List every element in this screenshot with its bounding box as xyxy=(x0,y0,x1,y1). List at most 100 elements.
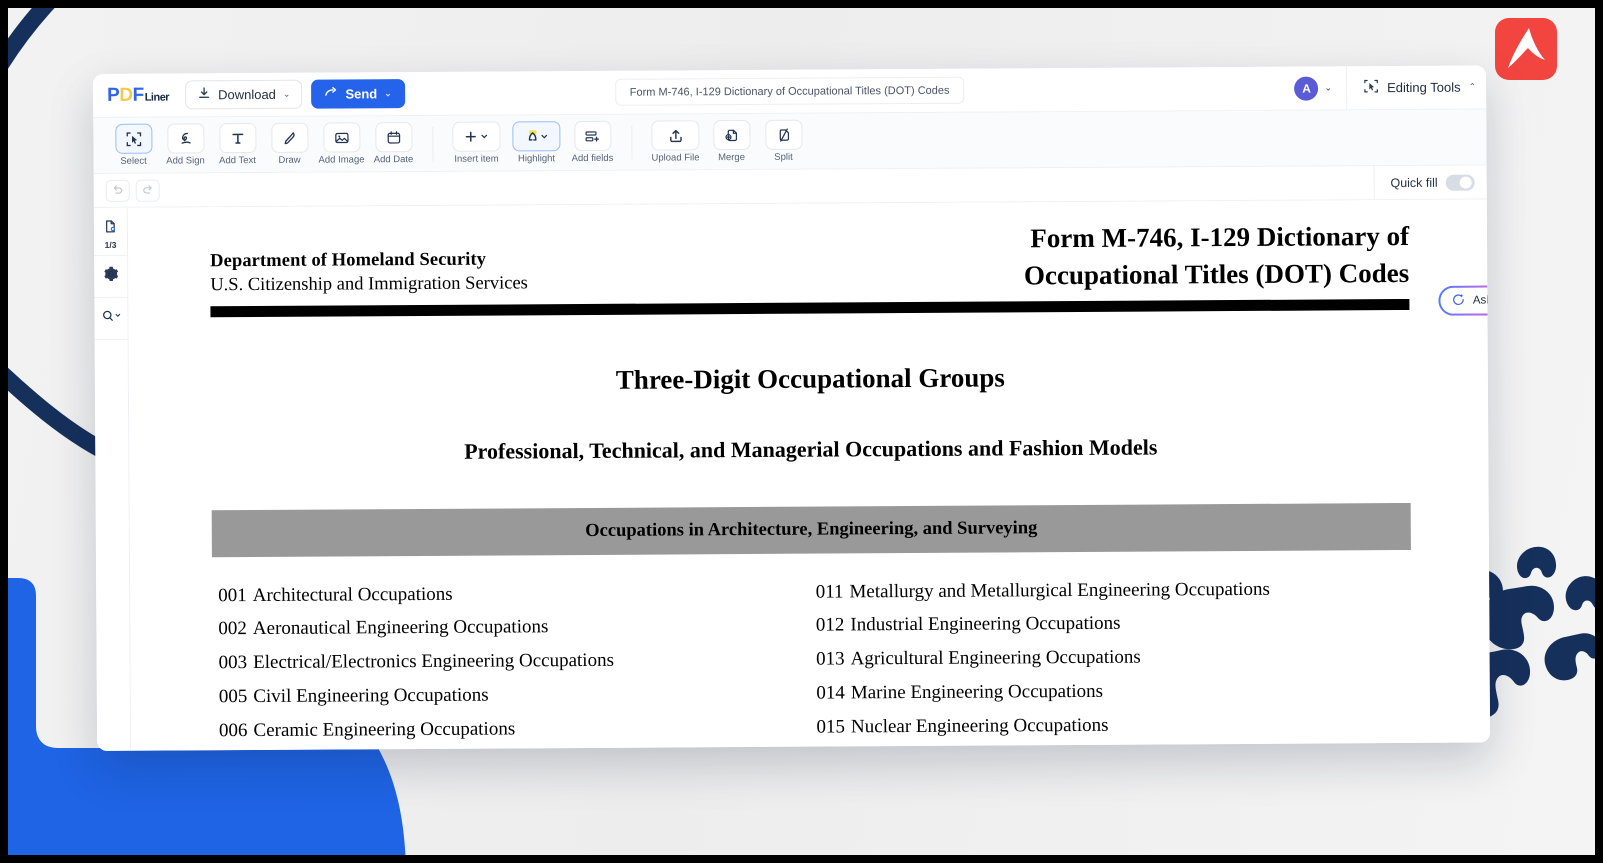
pdfliner-logo[interactable]: P D F Liner xyxy=(107,84,169,106)
occupation-code: 006 xyxy=(218,719,248,741)
work-area: 1/3 Ask Department of Homeland Security … xyxy=(93,199,1491,751)
tool-add-sign[interactable]: Add Sign xyxy=(159,123,211,167)
tool-label: Add Date xyxy=(373,154,414,166)
calendar-icon xyxy=(374,122,412,153)
occupation-title: Nuclear Engineering Occupations xyxy=(850,714,1109,738)
account-menu[interactable]: A ⌄ xyxy=(1294,76,1346,101)
occupation-code: 014 xyxy=(816,682,845,704)
occupation-title: Metallurgy and Metallurgical Engineering… xyxy=(849,578,1270,602)
occupation-title: Aeronautical Engineering Occupations xyxy=(252,616,549,640)
document-heading-1: Three-Digit Occupational Groups xyxy=(615,361,1005,395)
ribbon-divider xyxy=(432,126,434,161)
editing-tools-toggle[interactable]: Editing Tools ⌃ xyxy=(1345,65,1477,110)
page-indicator: 1/3 xyxy=(104,239,117,250)
occupation-row: 005 Civil Engineering Occupations xyxy=(219,677,813,714)
document-title-input[interactable]: Form M-746, I-129 Dictionary of Occupati… xyxy=(614,76,965,106)
logo-letter-p: P xyxy=(107,84,120,106)
tool-add-text[interactable]: Add Text xyxy=(211,123,263,166)
download-icon xyxy=(197,86,211,103)
form-title: Form M-746, I-129 Dictionary of Occupati… xyxy=(1023,220,1410,291)
tool-label: Add fields xyxy=(571,152,614,165)
occupation-title: Civil Engineering Occupations xyxy=(253,684,489,707)
occupation-code: 015 xyxy=(816,716,846,738)
pdf-viewer[interactable]: Ask AI Department of Homeland Security U… xyxy=(127,199,1491,751)
quick-fill-label: Quick fill xyxy=(1390,175,1438,190)
tool-label: Add Sign xyxy=(166,155,205,167)
undo-button[interactable] xyxy=(105,179,130,202)
occupation-row: 011 Metallurgy and Metallurgical Engineer… xyxy=(816,571,1412,608)
tool-draw[interactable]: Draw xyxy=(263,122,315,166)
send-icon xyxy=(324,86,338,103)
send-button[interactable]: Send ⌄ xyxy=(311,79,405,109)
tool-label: Insert item xyxy=(454,153,499,165)
upload-icon xyxy=(651,120,700,151)
tool-upload-file[interactable]: Upload File xyxy=(645,120,705,164)
ribbon-divider xyxy=(631,125,633,160)
occupation-code: 001 xyxy=(218,584,247,606)
pen-draw-icon xyxy=(270,122,308,153)
tool-insert-item[interactable]: Insert item xyxy=(446,121,506,165)
occupation-code: 017 xyxy=(817,750,846,751)
logo-suffix: Liner xyxy=(144,91,170,104)
tool-merge[interactable]: Merge xyxy=(705,119,757,163)
image-icon xyxy=(322,122,360,153)
chevron-down-icon: ⌄ xyxy=(282,88,291,99)
redo-button[interactable] xyxy=(135,179,160,202)
occupations-right-column: 011 Metallurgy and Metallurgical Engineer… xyxy=(812,571,1413,750)
tool-label: Split xyxy=(774,151,793,163)
tool-highlight[interactable]: Highlight xyxy=(506,121,566,164)
agency-line-2: U.S. Citizenship and Immigration Service… xyxy=(210,273,528,296)
quick-fill-toggle[interactable] xyxy=(1445,174,1475,191)
tool-label: Add Image xyxy=(318,154,365,166)
chevron-up-icon: ⌃ xyxy=(1468,81,1477,92)
tool-label: Upload File xyxy=(651,152,700,164)
split-doc-icon xyxy=(764,119,802,150)
send-label: Send xyxy=(345,86,378,102)
merge-docs-icon xyxy=(712,119,750,151)
occupation-row: 001 Architectural Occupations xyxy=(218,575,812,612)
occupations-left-column: 001 Architectural Occupations 002 Aeronauti… xyxy=(212,575,813,751)
tool-label: Draw xyxy=(278,154,301,166)
topbar-right-group: A ⌄ Editing Tools ⌃ xyxy=(1294,65,1477,110)
occupation-code: 005 xyxy=(218,686,248,708)
sidebar-item-pages[interactable]: 1/3 xyxy=(93,213,128,256)
occupation-title: Industrial Engineering Occupations xyxy=(850,613,1121,636)
text-t-icon xyxy=(218,123,256,154)
tool-add-date[interactable]: Add Date xyxy=(367,122,419,165)
tool-add-fields[interactable]: Add fields xyxy=(566,120,618,165)
tool-ribbon: Select Add Sign Add Text Draw Add Image … xyxy=(93,109,1487,174)
tool-label: Highlight xyxy=(518,153,556,165)
ask-ai-label: Ask AI xyxy=(1472,294,1491,307)
chevron-down-icon: ⌄ xyxy=(1324,82,1333,93)
agency-line-1: Department of Homeland Security xyxy=(210,249,487,272)
viewer-sidebar: 1/3 xyxy=(93,207,132,751)
download-label: Download xyxy=(218,86,276,103)
pdfliner-app-window: P D F Liner Download ⌄ Send ⌄ Form M-746… xyxy=(93,65,1491,751)
occupation-title: Drafters xyxy=(851,750,913,751)
header-rule xyxy=(210,298,1410,317)
occupation-title: Electrical/Electronics Engineering Occup… xyxy=(253,649,615,674)
occupation-title: Architectural Occupations xyxy=(252,583,453,606)
occupation-row: 002 Aeronautical Engineering Occupations xyxy=(218,609,812,646)
quick-fill-control[interactable]: Quick fill xyxy=(1373,165,1475,200)
occupation-title: Agricultural Engineering Occupations xyxy=(850,646,1141,670)
tool-label: Select xyxy=(120,155,147,167)
sidebar-item-settings[interactable] xyxy=(93,255,128,298)
ask-ai-button[interactable]: Ask AI xyxy=(1438,285,1491,316)
document-title-text: Form M-746, I-129 Dictionary of Occupati… xyxy=(629,84,950,99)
logo-letter-d: D xyxy=(119,84,133,106)
tool-select[interactable]: Select xyxy=(107,123,159,167)
highlighter-icon xyxy=(512,121,561,152)
occupation-code: 013 xyxy=(816,648,845,670)
tool-split[interactable]: Split xyxy=(757,119,809,163)
occupation-code: 003 xyxy=(218,652,248,674)
tool-add-image[interactable]: Add Image xyxy=(315,122,367,166)
occupation-row: 012 Industrial Engineering Occupations xyxy=(816,605,1412,642)
download-button[interactable]: Download ⌄ xyxy=(184,79,303,110)
editing-tools-label: Editing Tools xyxy=(1387,79,1461,96)
occupation-title: Marine Engineering Occupations xyxy=(850,680,1104,704)
occupations-columns: 001 Architectural Occupations 002 Aeronauti… xyxy=(212,571,1412,750)
document-header: Department of Homeland Security U.S. Cit… xyxy=(210,218,1409,300)
sparkle-ai-icon xyxy=(1452,292,1466,309)
sidebar-item-zoom[interactable] xyxy=(93,297,129,340)
